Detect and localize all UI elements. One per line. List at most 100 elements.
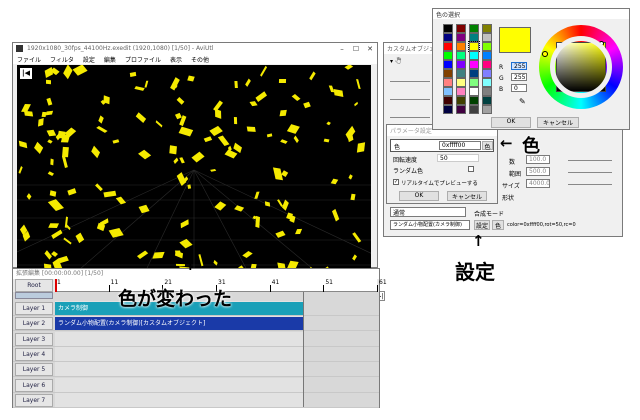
preview-checkbox[interactable]: ✓: [393, 179, 399, 185]
layer-label[interactable]: Layer 6: [15, 378, 53, 392]
palette-swatch[interactable]: [456, 105, 466, 114]
param-slider-count[interactable]: [568, 160, 612, 161]
layer-label[interactable]: Layer 1: [15, 302, 53, 315]
settings-button[interactable]: 設定: [474, 220, 490, 230]
palette-swatch[interactable]: [456, 51, 466, 60]
palette-swatch[interactable]: [482, 33, 492, 42]
playhead-marker[interactable]: [55, 279, 57, 292]
layer-track[interactable]: [55, 362, 377, 377]
layer-label[interactable]: Layer 2: [15, 317, 53, 331]
effect-select[interactable]: ランダム小物配置(カメラ制御): [390, 220, 470, 230]
hue-ring[interactable]: [539, 25, 623, 109]
menu-item-6[interactable]: その他: [191, 55, 209, 64]
palette-swatch[interactable]: [482, 51, 492, 60]
param-ok-button[interactable]: OK: [399, 191, 439, 201]
saturation-value-square[interactable]: [556, 42, 606, 92]
palette-swatch[interactable]: [469, 24, 479, 33]
g-field[interactable]: 255: [511, 73, 527, 81]
palette-swatch[interactable]: [443, 105, 453, 114]
color-value-field[interactable]: 0xffff00: [439, 141, 481, 150]
palette-swatch[interactable]: [443, 78, 453, 87]
menu-item-1[interactable]: フィルタ: [50, 55, 74, 64]
eyedropper-icon[interactable]: ✎: [519, 97, 526, 106]
palette-swatch[interactable]: [469, 105, 479, 114]
palette-swatch[interactable]: [443, 24, 453, 33]
palette-swatch[interactable]: [482, 42, 492, 51]
slider-3[interactable]: [390, 117, 430, 118]
menu-item-4[interactable]: プロファイル: [125, 55, 161, 64]
palette-swatch[interactable]: [443, 69, 453, 78]
hue-marker[interactable]: [542, 51, 548, 57]
slider-2[interactable]: [390, 99, 430, 100]
palette-swatch[interactable]: [482, 69, 492, 78]
layer-label[interactable]: Layer 4: [15, 347, 53, 361]
random-color-checkbox[interactable]: [468, 166, 474, 172]
palette-swatch[interactable]: [456, 78, 466, 87]
layer-track[interactable]: [55, 331, 377, 346]
palette-swatch[interactable]: [482, 96, 492, 105]
palette-swatch[interactable]: [456, 60, 466, 69]
palette-swatch[interactable]: [456, 96, 466, 105]
timeline-object[interactable]: ランダム小物配置(カメラ制御)[カスタムオブジェクト]: [55, 317, 303, 331]
arrow-up-timeline: ↑: [184, 256, 197, 274]
palette-swatch[interactable]: [482, 24, 492, 33]
palette-swatch[interactable]: [468, 41, 480, 52]
r-field[interactable]: 255: [511, 62, 527, 70]
palette-swatch[interactable]: [469, 69, 479, 78]
palette-swatch[interactable]: [469, 33, 479, 42]
layer-track[interactable]: [55, 392, 377, 407]
param-slider-size[interactable]: [568, 184, 612, 185]
root-button[interactable]: Root: [15, 279, 53, 292]
palette-swatch[interactable]: [443, 33, 453, 42]
back-to-start-icon[interactable]: |◀: [20, 68, 32, 79]
blend-mode-select[interactable]: 通常: [390, 207, 466, 217]
layer-label[interactable]: Layer 7: [15, 393, 53, 407]
close-icon[interactable]: ✕: [363, 43, 377, 54]
param-color-button[interactable]: 色: [482, 141, 493, 151]
palette-swatch[interactable]: [443, 51, 453, 60]
rotation-field[interactable]: 50: [437, 154, 479, 162]
menu-item-5[interactable]: 表示: [170, 55, 182, 64]
slider-1[interactable]: [390, 81, 430, 82]
palette-swatch[interactable]: [443, 42, 453, 51]
b-field[interactable]: 0: [511, 84, 527, 92]
palette-swatch[interactable]: [469, 78, 479, 87]
palette-swatch[interactable]: [482, 60, 492, 69]
palette-swatch[interactable]: [469, 51, 479, 60]
layer-track[interactable]: [55, 346, 377, 361]
palette-swatch[interactable]: [469, 96, 479, 105]
sv-marker[interactable]: [599, 41, 604, 46]
palette-swatch[interactable]: [482, 105, 492, 114]
palette-swatch[interactable]: [482, 78, 492, 87]
layer-track[interactable]: [55, 377, 377, 392]
ruler-slider[interactable]: [15, 292, 53, 299]
palette-swatch[interactable]: [443, 60, 453, 69]
layer-track[interactable]: ランダム小物配置(カメラ制御)[カスタムオブジェクト]: [55, 316, 377, 331]
palette-swatch[interactable]: [469, 87, 479, 96]
menu-item-0[interactable]: ファイル: [17, 55, 41, 64]
color-ok-button[interactable]: OK: [491, 117, 531, 128]
minimize-icon[interactable]: –: [335, 43, 349, 54]
param-slider-range[interactable]: [568, 172, 612, 173]
palette-swatch[interactable]: [456, 24, 466, 33]
color-button[interactable]: 色: [492, 220, 504, 230]
param-value-range[interactable]: 500.0: [526, 167, 550, 176]
param-cancel-button[interactable]: キャンセル: [447, 191, 487, 201]
palette-swatch[interactable]: [456, 33, 466, 42]
layer-label[interactable]: Layer 5: [15, 363, 53, 377]
palette-swatch[interactable]: [482, 87, 492, 96]
param-value-size[interactable]: 4000.0: [526, 179, 550, 188]
palette-swatch[interactable]: [456, 42, 466, 51]
layer-label[interactable]: Layer 3: [15, 332, 53, 346]
color-value-text: color=0xffff00,rot=50,rc=0: [507, 222, 576, 228]
palette-swatch[interactable]: [456, 87, 466, 96]
maximize-icon[interactable]: ☐: [349, 43, 363, 54]
palette-swatch[interactable]: [456, 69, 466, 78]
collapse-icon[interactable]: ▾ 🖑: [390, 57, 401, 67]
menu-item-2[interactable]: 設定: [83, 55, 95, 64]
color-cancel-button[interactable]: キャンセル: [537, 117, 579, 128]
menu-item-3[interactable]: 編集: [104, 55, 116, 64]
palette-swatch[interactable]: [469, 60, 479, 69]
palette-swatch[interactable]: [443, 87, 453, 96]
palette-swatch[interactable]: [443, 96, 453, 105]
